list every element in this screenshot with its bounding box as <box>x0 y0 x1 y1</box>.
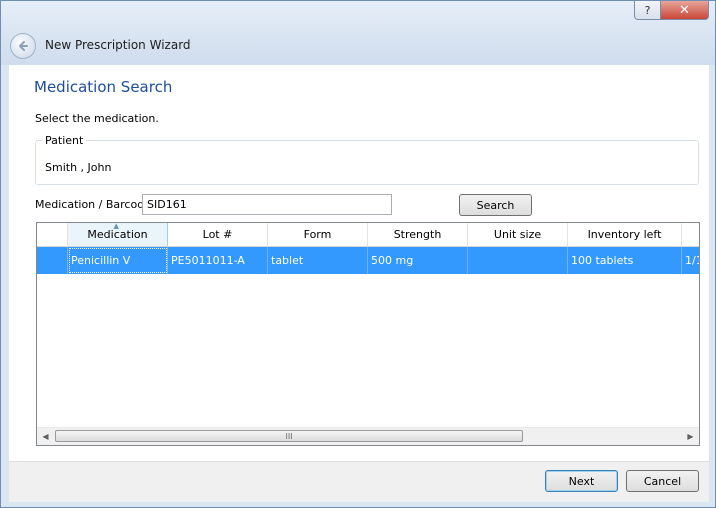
column-header-medication[interactable]: ▲ Medication <box>68 223 168 246</box>
wizard-footer: Next Cancel <box>9 461 709 502</box>
medication-grid: ▲ Medication Lot # Form Strength Unit si… <box>36 222 700 446</box>
cell-form[interactable]: tablet <box>268 247 368 274</box>
cell-unit-size[interactable] <box>468 247 568 274</box>
wizard-content: Medication Search Select the medication.… <box>9 65 709 461</box>
help-button[interactable]: ? <box>634 1 661 20</box>
horizontal-scrollbar[interactable]: ◀ III ▶ <box>37 427 699 445</box>
close-button[interactable]: ✕ <box>661 1 709 20</box>
close-icon: ✕ <box>679 2 690 18</box>
cell-lot[interactable]: PE5011011-A <box>168 247 268 274</box>
title-bar: ? ✕ New Prescription Wizard <box>1 1 715 65</box>
column-header-unit-size[interactable]: Unit size <box>468 223 568 246</box>
patient-group: Patient Smith , John <box>35 134 699 185</box>
medication-barcode-input[interactable] <box>142 194 392 215</box>
row-header-column <box>37 223 68 246</box>
scroll-right-icon[interactable]: ▶ <box>682 428 699 445</box>
back-button[interactable] <box>10 33 36 59</box>
column-header-extra[interactable] <box>682 223 699 246</box>
column-header-inventory-left[interactable]: Inventory left <box>568 223 682 246</box>
patient-name: Smith , John <box>45 161 112 174</box>
sort-ascending-icon: ▲ <box>113 222 119 230</box>
cancel-button[interactable]: Cancel <box>626 470 699 492</box>
back-arrow-icon <box>19 41 28 51</box>
column-header-lot[interactable]: Lot # <box>168 223 268 246</box>
instruction-text: Select the medication. <box>35 112 159 125</box>
table-row[interactable]: Penicillin V PE5011011-A tablet 500 mg 1… <box>37 247 699 274</box>
patient-legend: Patient <box>42 134 87 147</box>
scroll-left-icon[interactable]: ◀ <box>37 428 54 445</box>
column-header-strength[interactable]: Strength <box>368 223 468 246</box>
cell-medication[interactable]: Penicillin V <box>68 247 168 274</box>
grid-header: ▲ Medication Lot # Form Strength Unit si… <box>37 223 699 247</box>
wizard-title: New Prescription Wizard <box>45 38 191 52</box>
cell-inventory-left[interactable]: 100 tablets <box>568 247 682 274</box>
caption-buttons: ? ✕ <box>634 1 709 21</box>
column-header-form[interactable]: Form <box>268 223 368 246</box>
row-header-cell[interactable] <box>37 247 68 274</box>
search-button[interactable]: Search <box>459 194 532 216</box>
cell-strength[interactable]: 500 mg <box>368 247 468 274</box>
scrollbar-thumb[interactable]: III <box>55 430 523 442</box>
help-icon: ? <box>644 3 651 17</box>
cell-extra[interactable]: 1/1 <box>682 247 699 274</box>
medication-barcode-label: Medication / Barcode <box>35 198 151 211</box>
page-heading: Medication Search <box>34 78 173 96</box>
next-button[interactable]: Next <box>545 470 618 492</box>
wizard-window: ? ✕ New Prescription Wizard Medication S… <box>0 0 716 508</box>
